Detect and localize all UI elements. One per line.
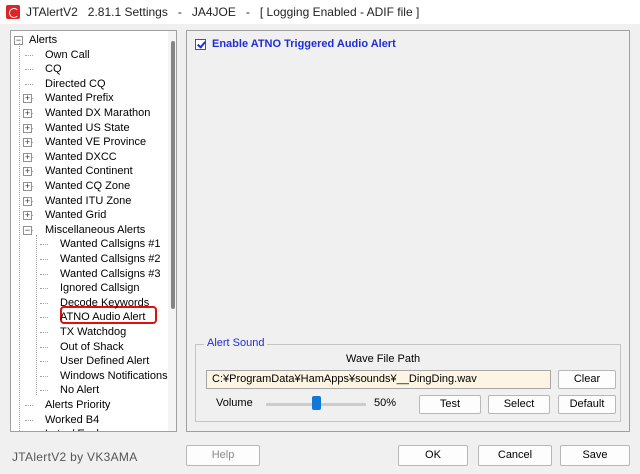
tree-item[interactable]: TX Watchdog — [60, 325, 126, 339]
tree-item[interactable]: Decode Keywords — [60, 296, 149, 310]
tree-item[interactable]: ATNO Audio Alert — [60, 310, 145, 324]
tree-item[interactable]: Wanted Grid — [45, 208, 106, 222]
tree-connector — [40, 259, 48, 260]
tree-item[interactable]: User Defined Alert — [60, 354, 149, 368]
volume-slider-thumb[interactable] — [312, 396, 321, 410]
tree-connector — [40, 361, 48, 363]
enable-atno-checkbox[interactable] — [195, 38, 206, 50]
credit-text: JTAlertV2 by VK3AMA — [12, 450, 138, 464]
tree-item[interactable]: Out of Shack — [60, 340, 124, 354]
clear-button[interactable]: Clear — [558, 370, 616, 389]
expand-icon[interactable]: + — [23, 123, 32, 133]
title-app: JTAlertV2 — [26, 5, 78, 19]
tree-item[interactable]: Wanted Continent — [45, 164, 133, 178]
help-button[interactable]: Help — [186, 445, 260, 466]
tree-item[interactable]: Wanted Callsigns #1 — [60, 237, 160, 251]
tree-item[interactable]: Windows Notifications — [60, 369, 168, 383]
tree-connector — [40, 273, 48, 275]
test-button[interactable]: Test — [419, 395, 481, 414]
volume-value: 50% — [374, 397, 397, 409]
expand-icon[interactable]: + — [23, 109, 32, 118]
tree-item[interactable]: Alerts — [29, 33, 57, 47]
title-separator-2: - — [245, 5, 250, 19]
tree-item[interactable]: Wanted DXCC — [45, 150, 117, 164]
select-button[interactable]: Select — [488, 395, 550, 414]
enable-atno-row[interactable]: Enable ATNO Triggered Audio Alert — [195, 38, 396, 50]
wave-file-path-field[interactable]: C:¥ProgramData¥HamApps¥sounds¥__DingDing… — [206, 370, 551, 389]
tree-connector — [40, 332, 48, 333]
settings-content: Enable ATNO Triggered Audio Alert Alert … — [186, 30, 630, 432]
tree-item[interactable]: No Alert — [60, 383, 99, 397]
tree-item[interactable]: Wanted DX Marathon — [45, 106, 150, 120]
tree-item[interactable]: Miscellaneous Alerts — [45, 223, 145, 237]
title-callsign: JA4JOE — [191, 5, 236, 19]
tree-item[interactable]: Ignored Callsign — [60, 281, 140, 295]
tree-connector — [25, 69, 33, 71]
title-version: 2.81.1 Settings — [87, 5, 168, 19]
enable-atno-label[interactable]: Enable ATNO Triggered Audio Alert — [212, 38, 396, 50]
tree-item[interactable]: Alerts Priority — [45, 398, 110, 412]
expand-icon[interactable]: + — [23, 182, 32, 191]
tree-connector — [25, 405, 33, 406]
tree-scrollbar-thumb[interactable] — [171, 41, 175, 309]
expand-icon[interactable]: + — [23, 138, 32, 148]
tree-connector — [40, 288, 48, 290]
tree-item[interactable]: Wanted Prefix — [45, 91, 114, 105]
settings-tree[interactable]: − Alerts Own Call CQ Directed CQ + Wanted Pref… — [10, 30, 177, 432]
expand-icon[interactable]: + — [23, 167, 32, 177]
tree-connector — [25, 419, 33, 421]
tree-connector — [40, 346, 48, 348]
tree-connector — [40, 317, 48, 319]
tree-item[interactable]: Wanted VE Province — [45, 135, 146, 149]
tree-connector — [40, 302, 48, 304]
tree-item[interactable]: Directed CQ — [45, 77, 106, 91]
tree-connector — [25, 83, 33, 85]
expand-icon[interactable]: + — [23, 196, 32, 206]
tree-item[interactable]: Wanted Callsigns #2 — [60, 252, 160, 266]
expand-icon[interactable]: + — [23, 94, 32, 104]
tree-item[interactable]: Wanted US State — [45, 121, 130, 135]
expand-icon[interactable]: + — [23, 152, 32, 162]
save-button[interactable]: Save — [560, 445, 630, 466]
app-icon — [6, 5, 20, 19]
tree-connector — [40, 375, 48, 377]
volume-label: Volume — [216, 397, 253, 409]
title-status: [ Logging Enabled - ADIF file ] — [259, 5, 420, 19]
title-separator: - — [177, 5, 182, 19]
tree-item[interactable]: Worked B4 — [45, 413, 99, 427]
tree-item[interactable]: Own Call — [45, 48, 90, 62]
cancel-button[interactable]: Cancel — [478, 445, 552, 466]
alert-sound-group: Alert Sound Wave File Path C:¥ProgramDat… — [195, 337, 621, 422]
ok-button[interactable]: OK — [398, 445, 468, 466]
tree-item[interactable]: Wanted CQ Zone — [45, 179, 130, 193]
tree-item[interactable]: CQ — [45, 62, 62, 76]
tree-connector — [25, 54, 33, 56]
tree-connector-vertical — [36, 234, 37, 396]
title-bar[interactable]: JTAlertV2 2.81.1 Settings - JA4JOE -[ Loggin… — [0, 0, 640, 24]
tree-item[interactable]: Lotw / Eqsl — [45, 427, 99, 431]
tree-item[interactable]: Wanted Callsigns #3 — [60, 267, 160, 281]
tree-connector — [40, 244, 48, 246]
tree-item[interactable]: Wanted ITU Zone — [45, 194, 131, 208]
alert-sound-title: Alert Sound — [204, 337, 268, 349]
window-title: JTAlertV2 2.81.1 Settings - JA4JOE -[ Loggin… — [26, 5, 419, 19]
tree-scrollbar[interactable] — [168, 31, 176, 431]
tree-connector-vertical — [19, 43, 20, 431]
expand-icon[interactable]: + — [23, 211, 32, 221]
default-button[interactable]: Default — [558, 395, 616, 414]
tree-connector — [40, 390, 48, 392]
wave-file-path-label: Wave File Path — [346, 353, 421, 365]
collapse-icon[interactable]: − — [23, 225, 32, 235]
